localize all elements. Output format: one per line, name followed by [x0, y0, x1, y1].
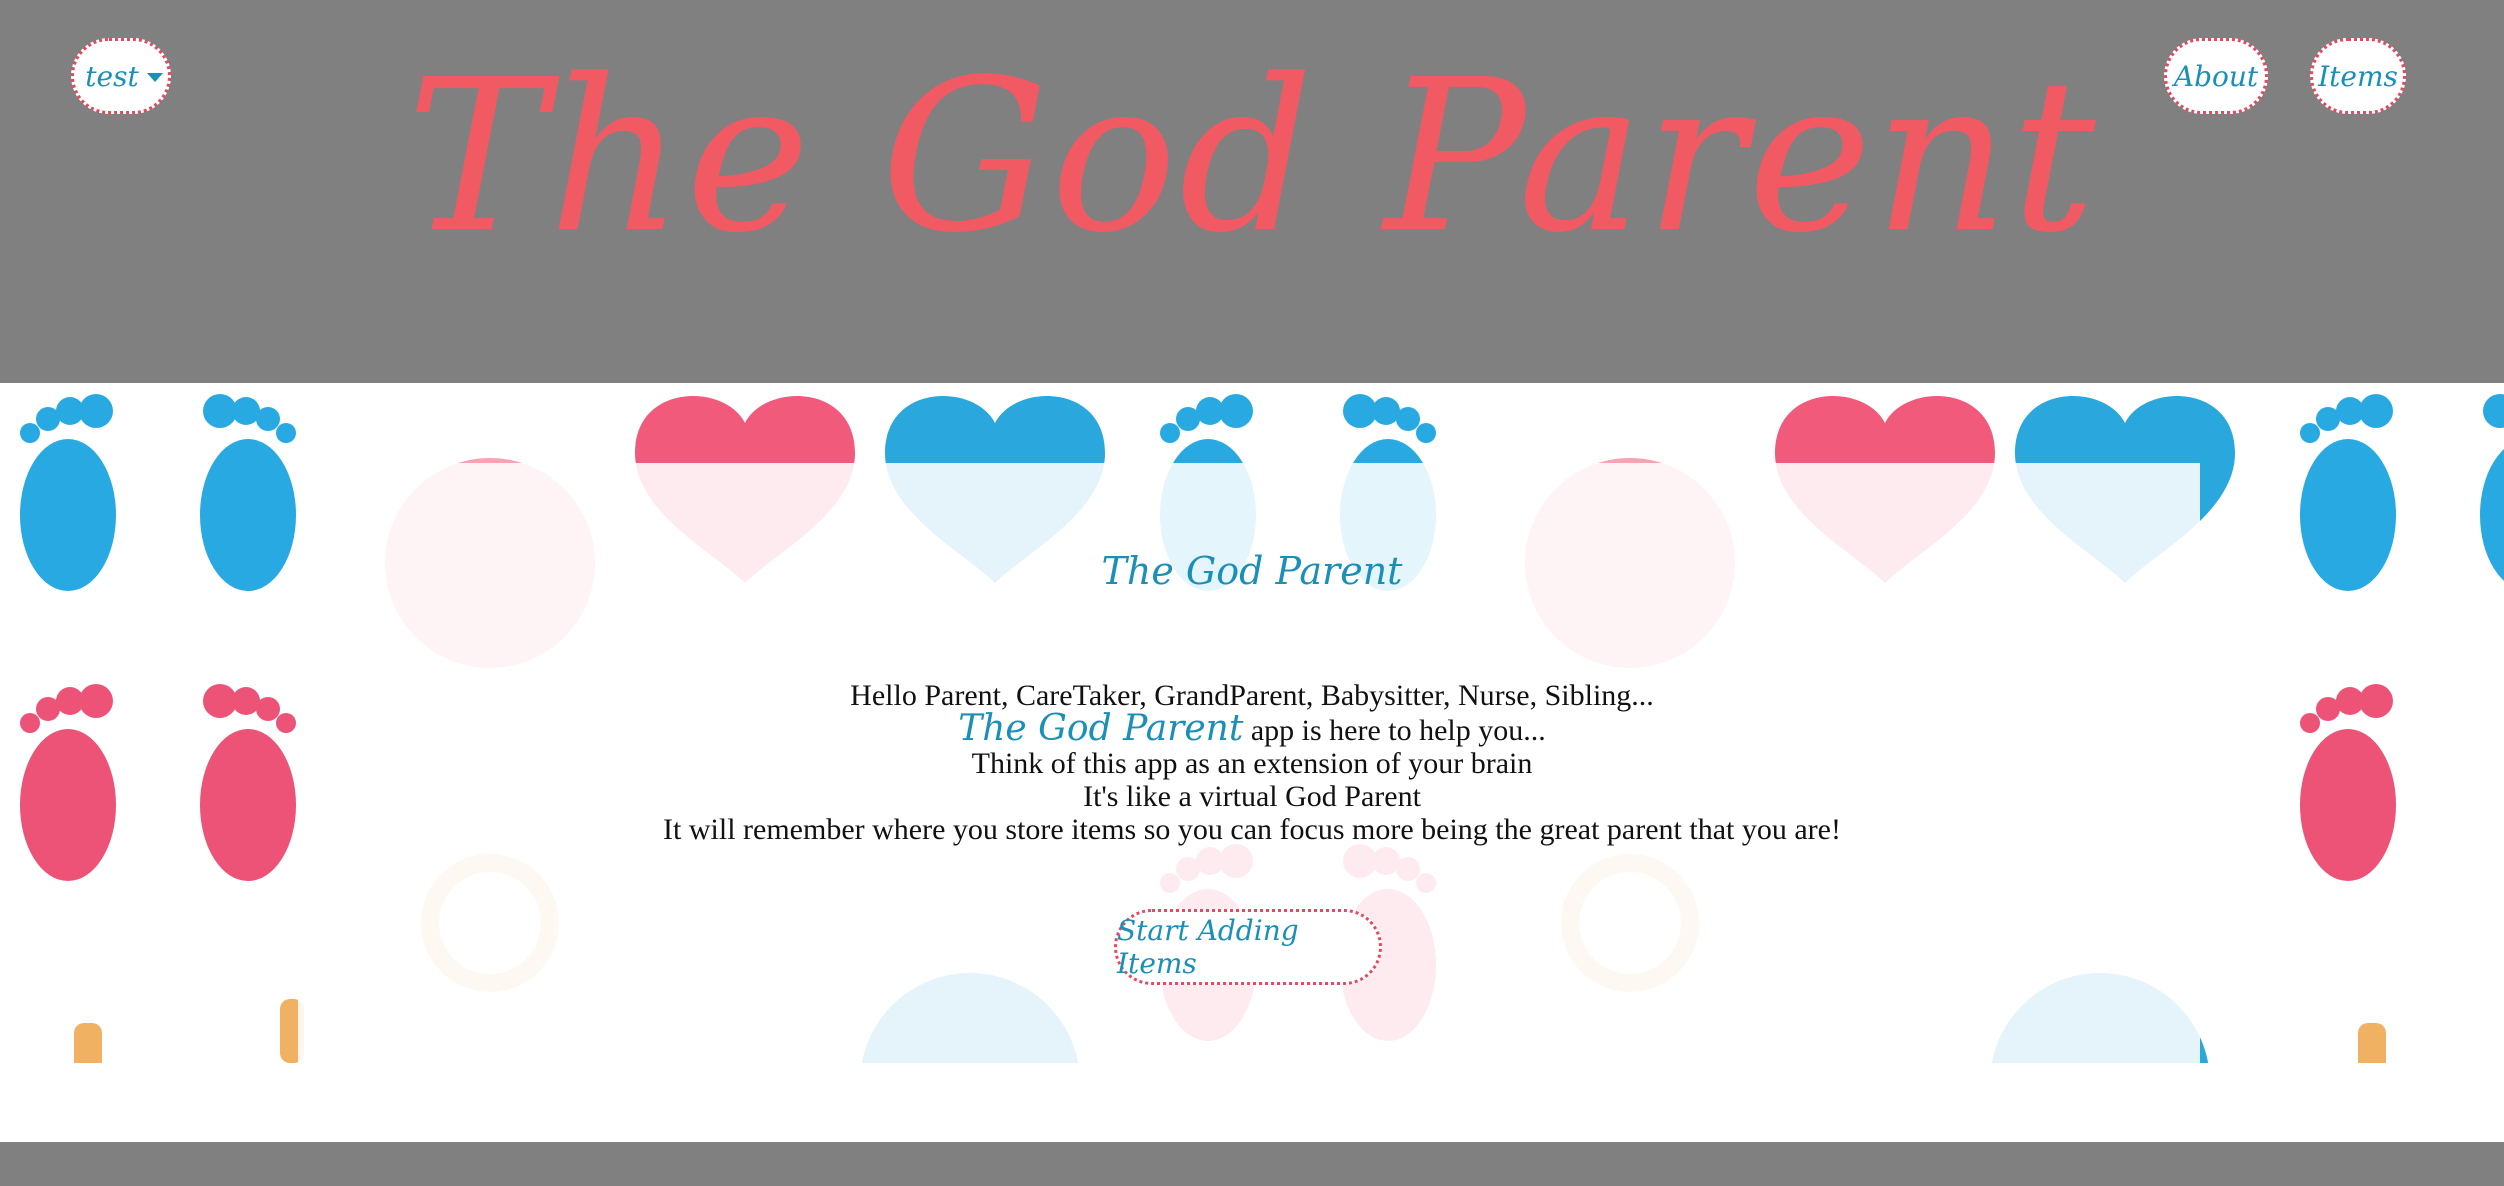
- site-title: The God Parent: [406, 34, 2098, 279]
- nav-items-label: Items: [2318, 59, 2398, 93]
- welcome-line-5: It will remember where you store items s…: [663, 813, 1841, 846]
- footer-bar: [0, 1142, 2504, 1186]
- card-title: The God Parent: [1101, 549, 1403, 593]
- welcome-text: Hello Parent, CareTaker, GrandParent, Ba…: [0, 679, 2504, 846]
- welcome-line-2-text: app is here to help you...: [1243, 714, 1546, 747]
- nav-about-label: About: [2173, 59, 2259, 93]
- welcome-line-4: It's like a virtual God Parent: [1083, 780, 1421, 813]
- inline-brand-name: The God Parent: [958, 708, 1244, 749]
- start-adding-items-label: Start Adding Items: [1117, 914, 1299, 980]
- nav-about-button[interactable]: About: [2164, 38, 2268, 114]
- welcome-line-3: Think of this app as an extension of you…: [971, 747, 1533, 780]
- start-adding-items-button[interactable]: Start Adding Items: [1114, 909, 1382, 985]
- welcome-line-2: The God Parent app is here to help you..…: [0, 711, 2504, 748]
- header-bar: test The God Parent About Items: [0, 0, 2504, 383]
- welcome-line-1: Hello Parent, CareTaker, GrandParent, Ba…: [850, 679, 1654, 712]
- nav-items-button[interactable]: Items: [2310, 38, 2406, 114]
- hero-pattern-band: The God Parent Hello Parent, CareTaker, …: [0, 383, 2504, 1063]
